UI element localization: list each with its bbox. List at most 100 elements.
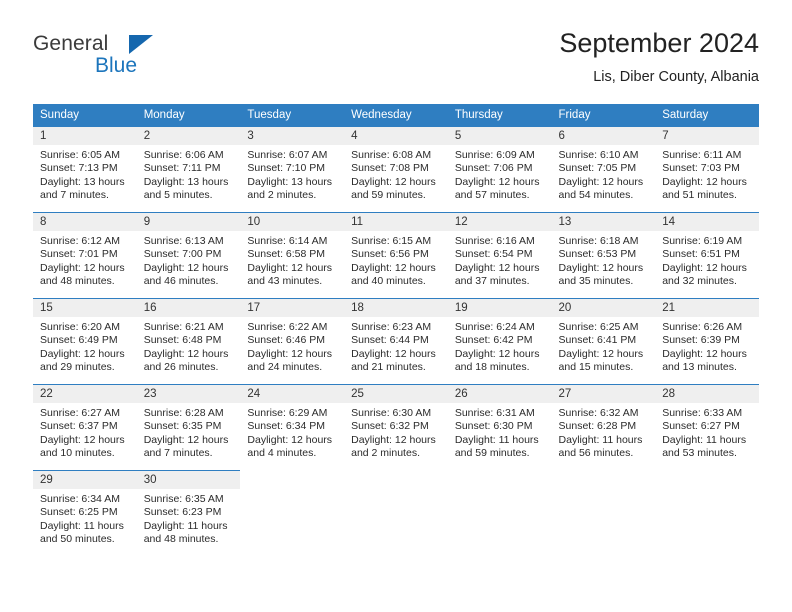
- calendar-body: 1 Sunrise: 6:05 AM Sunset: 7:13 PM Daylight…: [33, 126, 759, 556]
- calendar-day-cell[interactable]: 30 Sunrise: 6:35 AM Sunset: 6:23 PM Dayligh…: [136, 470, 241, 556]
- day-number: 17: [240, 299, 345, 317]
- calendar-day-cell-empty: [240, 470, 345, 556]
- calendar-day-cell[interactable]: 4 Sunrise: 6:08 AM Sunset: 7:08 PM Daylight…: [344, 126, 448, 212]
- day-details: Sunrise: 6:15 AM Sunset: 6:56 PM Daylight:…: [344, 231, 448, 289]
- daylight-text-line1: Daylight: 11 hours: [40, 519, 124, 532]
- sunset-text: Sunset: 6:28 PM: [558, 420, 637, 433]
- sunset-text: Sunset: 7:10 PM: [247, 162, 326, 175]
- day-details: Sunrise: 6:30 AM Sunset: 6:32 PM Daylight:…: [344, 403, 448, 461]
- calendar-day-cell[interactable]: 26 Sunrise: 6:31 AM Sunset: 6:30 PM Dayligh…: [447, 384, 552, 470]
- calendar-day-cell[interactable]: 20 Sunrise: 6:25 AM Sunset: 6:41 PM Dayligh…: [551, 298, 656, 384]
- day-cell-inner: 11 Sunrise: 6:15 AM Sunset: 6:56 PM Dayligh…: [344, 212, 448, 298]
- sunrise-text: Sunrise: 6:31 AM: [454, 407, 535, 419]
- calendar-day-cell[interactable]: 1 Sunrise: 6:05 AM Sunset: 7:13 PM Daylight…: [33, 126, 137, 212]
- day-details: Sunrise: 6:16 AM Sunset: 6:54 PM Daylight:…: [448, 231, 552, 289]
- calendar-day-cell[interactable]: 16 Sunrise: 6:21 AM Sunset: 6:48 PM Dayligh…: [136, 298, 241, 384]
- sunrise-text: Sunrise: 6:09 AM: [454, 149, 535, 161]
- calendar-day-cell[interactable]: 7 Sunrise: 6:11 AM Sunset: 7:03 PM Daylight…: [655, 126, 759, 212]
- calendar-day-cell[interactable]: 17 Sunrise: 6:22 AM Sunset: 6:46 PM Dayligh…: [240, 298, 345, 384]
- day-cell-inner: 29 Sunrise: 6:34 AM Sunset: 6:25 PM Dayligh…: [33, 470, 137, 556]
- day-cell-inner: [552, 470, 656, 556]
- daylight-text-line1: Daylight: 12 hours: [40, 347, 125, 360]
- daylight-text-line1: Daylight: 12 hours: [247, 261, 333, 274]
- sunset-text: Sunset: 6:27 PM: [662, 420, 740, 433]
- day-cell-inner: 23 Sunrise: 6:28 AM Sunset: 6:35 PM Dayligh…: [136, 384, 241, 470]
- sunset-text: Sunset: 7:01 PM: [40, 248, 118, 261]
- sunset-text: Sunset: 6:35 PM: [143, 420, 222, 433]
- calendar-day-cell[interactable]: 29 Sunrise: 6:34 AM Sunset: 6:25 PM Dayligh…: [33, 470, 137, 556]
- day-cell-inner: 1 Sunrise: 6:05 AM Sunset: 7:13 PM Daylight…: [33, 126, 137, 212]
- calendar-day-cell[interactable]: 22 Sunrise: 6:27 AM Sunset: 6:37 PM Dayligh…: [33, 384, 137, 470]
- day-details: Sunrise: 6:27 AM Sunset: 6:37 PM Daylight:…: [33, 403, 137, 461]
- day-number: 28: [655, 385, 759, 403]
- calendar-day-cell[interactable]: 9 Sunrise: 6:13 AM Sunset: 7:00 PM Daylight…: [136, 212, 241, 298]
- calendar-day-cell[interactable]: 28 Sunrise: 6:33 AM Sunset: 6:27 PM Dayligh…: [655, 384, 759, 470]
- sunset-text: Sunset: 7:05 PM: [558, 162, 637, 175]
- sunset-text: Sunset: 6:48 PM: [143, 334, 222, 347]
- calendar-day-cell[interactable]: 5 Sunrise: 6:09 AM Sunset: 7:06 PM Daylight…: [447, 126, 552, 212]
- sunset-text: Sunset: 7:11 PM: [143, 162, 221, 175]
- calendar-day-cell[interactable]: 11 Sunrise: 6:15 AM Sunset: 6:56 PM Dayligh…: [344, 212, 448, 298]
- day-number: 18: [344, 299, 448, 317]
- daylight-text-line1: Daylight: 12 hours: [454, 175, 540, 188]
- calendar-day-cell[interactable]: 8 Sunrise: 6:12 AM Sunset: 7:01 PM Daylight…: [33, 212, 137, 298]
- sunset-text: Sunset: 6:54 PM: [454, 248, 533, 261]
- weekday-header-thursday: Thursday: [447, 104, 552, 126]
- calendar-day-cell[interactable]: 18 Sunrise: 6:23 AM Sunset: 6:44 PM Dayligh…: [344, 298, 448, 384]
- calendar-day-cell[interactable]: 21 Sunrise: 6:26 AM Sunset: 6:39 PM Dayligh…: [655, 298, 759, 384]
- sunset-text: Sunset: 7:00 PM: [143, 248, 222, 261]
- day-number: 22: [33, 385, 137, 403]
- weekday-header-friday: Friday: [551, 104, 656, 126]
- calendar-day-cell[interactable]: 6 Sunrise: 6:10 AM Sunset: 7:05 PM Daylight…: [551, 126, 656, 212]
- day-cell-inner: 14 Sunrise: 6:19 AM Sunset: 6:51 PM Dayligh…: [655, 212, 759, 298]
- day-details: [240, 488, 344, 492]
- calendar-day-cell[interactable]: 23 Sunrise: 6:28 AM Sunset: 6:35 PM Dayligh…: [136, 384, 241, 470]
- calendar-day-cell[interactable]: 2 Sunrise: 6:06 AM Sunset: 7:11 PM Daylight…: [136, 126, 241, 212]
- calendar-day-cell[interactable]: 10 Sunrise: 6:14 AM Sunset: 6:58 PM Dayligh…: [240, 212, 345, 298]
- daylight-text-line1: Daylight: 13 hours: [40, 175, 125, 188]
- daylight-text-line2: and 15 minutes.: [558, 361, 634, 374]
- day-cell-inner: [344, 470, 448, 556]
- daylight-text-line1: Daylight: 12 hours: [662, 347, 747, 360]
- daylight-text-line2: and 21 minutes.: [351, 361, 426, 374]
- day-details: Sunrise: 6:24 AM Sunset: 6:42 PM Daylight:…: [448, 317, 552, 375]
- calendar-day-cell[interactable]: 12 Sunrise: 6:16 AM Sunset: 6:54 PM Dayligh…: [447, 212, 552, 298]
- calendar-day-cell[interactable]: 13 Sunrise: 6:18 AM Sunset: 6:53 PM Dayligh…: [551, 212, 656, 298]
- calendar-week-row: 8 Sunrise: 6:12 AM Sunset: 7:01 PM Daylight…: [33, 212, 759, 298]
- calendar-day-cell[interactable]: 24 Sunrise: 6:29 AM Sunset: 6:34 PM Dayligh…: [240, 384, 345, 470]
- daylight-text-line2: and 46 minutes.: [143, 275, 219, 288]
- day-details: Sunrise: 6:20 AM Sunset: 6:49 PM Daylight:…: [33, 317, 137, 375]
- daylight-text-line1: Daylight: 12 hours: [351, 433, 436, 446]
- day-details: Sunrise: 6:05 AM Sunset: 7:13 PM Daylight:…: [33, 145, 137, 203]
- calendar-day-cell[interactable]: 27 Sunrise: 6:32 AM Sunset: 6:28 PM Dayligh…: [551, 384, 656, 470]
- sunrise-text: Sunrise: 6:15 AM: [351, 235, 432, 247]
- calendar-day-cell[interactable]: 25 Sunrise: 6:30 AM Sunset: 6:32 PM Dayligh…: [344, 384, 448, 470]
- day-number: 5: [447, 127, 552, 145]
- sunset-text: Sunset: 6:25 PM: [40, 506, 118, 519]
- calendar-day-cell[interactable]: 15 Sunrise: 6:20 AM Sunset: 6:49 PM Dayligh…: [33, 298, 137, 384]
- day-cell-inner: 9 Sunrise: 6:13 AM Sunset: 7:00 PM Daylight…: [136, 212, 241, 298]
- day-details: Sunrise: 6:32 AM Sunset: 6:28 PM Daylight:…: [552, 403, 656, 461]
- daylight-text-line2: and 29 minutes.: [40, 361, 115, 374]
- day-details: Sunrise: 6:31 AM Sunset: 6:30 PM Daylight:…: [448, 403, 552, 461]
- general-blue-logo[interactable]: General Blue: [33, 32, 153, 88]
- day-number: [655, 470, 759, 488]
- sunset-text: Sunset: 6:37 PM: [40, 420, 118, 433]
- page-subtitle: Lis, Diber County, Albania: [593, 69, 759, 85]
- calendar-table: Sunday Monday Tuesday Wednesday Thursday…: [33, 104, 759, 556]
- calendar-day-cell-empty: [655, 470, 759, 556]
- calendar-day-cell[interactable]: 3 Sunrise: 6:07 AM Sunset: 7:10 PM Daylight…: [240, 126, 345, 212]
- daylight-text-line1: Daylight: 12 hours: [351, 347, 436, 360]
- day-details: [552, 488, 656, 492]
- sunrise-text: Sunrise: 6:35 AM: [143, 493, 224, 505]
- daylight-text-line2: and 13 minutes.: [662, 361, 737, 374]
- sunrise-text: Sunrise: 6:22 AM: [247, 321, 328, 333]
- day-details: Sunrise: 6:12 AM Sunset: 7:01 PM Daylight:…: [33, 231, 137, 289]
- day-cell-inner: 24 Sunrise: 6:29 AM Sunset: 6:34 PM Dayligh…: [240, 384, 345, 470]
- day-number: 20: [551, 299, 656, 317]
- calendar-day-cell[interactable]: 14 Sunrise: 6:19 AM Sunset: 6:51 PM Dayligh…: [655, 212, 759, 298]
- calendar-day-cell[interactable]: 19 Sunrise: 6:24 AM Sunset: 6:42 PM Dayligh…: [447, 298, 552, 384]
- day-details: Sunrise: 6:28 AM Sunset: 6:35 PM Daylight:…: [137, 403, 241, 461]
- sunrise-text: Sunrise: 6:05 AM: [40, 149, 120, 161]
- day-number: 2: [136, 127, 241, 145]
